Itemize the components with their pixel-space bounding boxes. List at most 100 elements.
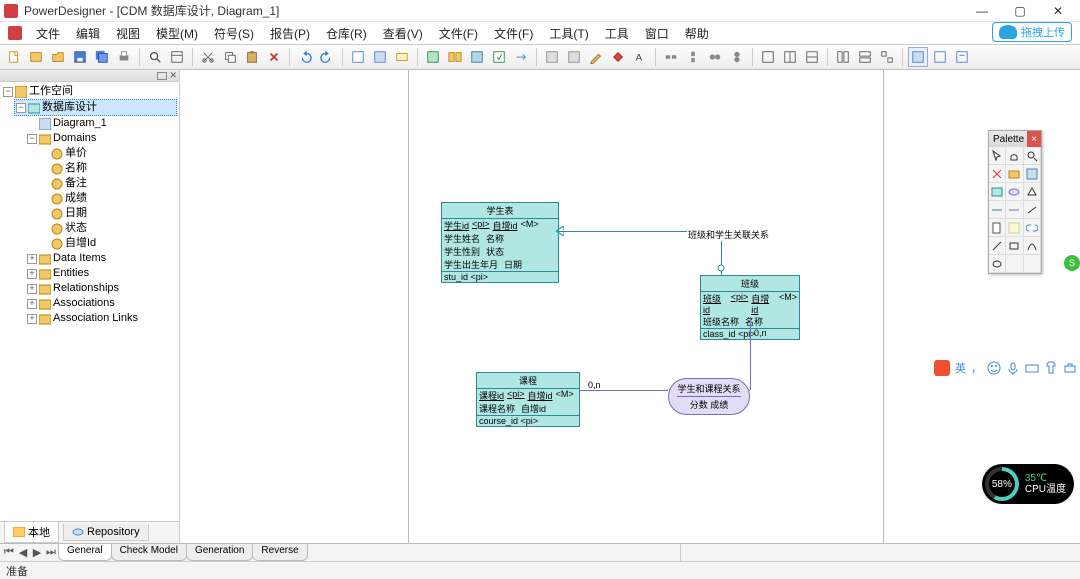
find-button[interactable] <box>145 47 165 67</box>
generate-button[interactable] <box>489 47 509 67</box>
tree-domain-item[interactable]: 状态 <box>50 221 177 236</box>
output-scrollbar[interactable] <box>680 544 1080 561</box>
layout6-button[interactable] <box>877 47 897 67</box>
copy-button[interactable] <box>220 47 240 67</box>
palette-note[interactable] <box>1006 219 1023 237</box>
output-button[interactable] <box>370 47 390 67</box>
menu-window[interactable]: 窗口 <box>639 23 675 44</box>
entity-course[interactable]: 课程 课程id<pi>自增id<M> 课程名称自增id course_id <p… <box>476 372 580 427</box>
side-help-bubble[interactable]: S <box>1064 255 1080 271</box>
panel-float-icon[interactable] <box>157 72 167 80</box>
output-tab-reverse[interactable]: Reverse <box>252 544 307 561</box>
layout5-button[interactable] <box>855 47 875 67</box>
entity-student[interactable]: 学生表 学生id<pi>自增id<M> 学生姓名名称 学生性别状态 学生出生年月… <box>441 202 559 283</box>
scroll-first-icon[interactable]: ⏮ <box>2 546 16 560</box>
assoc-line[interactable] <box>580 390 668 391</box>
scroll-next-icon[interactable]: ▶ <box>30 546 44 560</box>
palette-inheritance[interactable] <box>1024 183 1041 201</box>
cut-button[interactable] <box>198 47 218 67</box>
tree-workspace[interactable]: − 工作空间 <box>2 84 177 99</box>
palette-pointer[interactable] <box>989 147 1006 165</box>
tree-folder[interactable]: +Associations <box>26 296 177 311</box>
menu-view2[interactable]: 查看(V) <box>377 23 429 44</box>
menu-help[interactable]: 帮助 <box>679 23 715 44</box>
palette-diagram[interactable] <box>1024 165 1041 183</box>
palette-entity[interactable] <box>989 183 1006 201</box>
sogou-logo-icon[interactable] <box>934 360 950 376</box>
tree-model[interactable]: − 数据库设计 <box>14 99 177 116</box>
scroll-prev-icon[interactable]: ◀ <box>16 546 30 560</box>
assoc-line[interactable] <box>750 317 751 390</box>
tree-folder[interactable]: +Entities <box>26 266 177 281</box>
tree-folder[interactable]: +Data Items <box>26 251 177 266</box>
diagram-canvas[interactable]: 学生表 学生id<pi>自增id<M> 学生姓名名称 学生性别状态 学生出生年月… <box>180 70 1080 543</box>
palette-inherit-link[interactable] <box>1024 201 1041 219</box>
check-model-button[interactable] <box>423 47 443 67</box>
align3-button[interactable] <box>705 47 725 67</box>
extend-button[interactable] <box>542 47 562 67</box>
layout2-button[interactable] <box>780 47 800 67</box>
open-button[interactable] <box>48 47 68 67</box>
palette-association[interactable] <box>1006 183 1023 201</box>
tree-domain-item[interactable]: 名称 <box>50 161 177 176</box>
browser-button[interactable] <box>348 47 368 67</box>
tree-domains[interactable]: − Domains <box>26 131 177 146</box>
menu-file[interactable]: 文件 <box>30 23 66 44</box>
reverse-button[interactable] <box>511 47 531 67</box>
cpu-widget[interactable]: 58% 35℃ CPU温度 <box>982 464 1074 504</box>
toolbox-icon[interactable] <box>1063 361 1077 375</box>
output-tab-general[interactable]: General <box>58 544 112 561</box>
save-all-button[interactable] <box>92 47 112 67</box>
tree-folder[interactable]: +Relationships <box>26 281 177 296</box>
smiley-icon[interactable] <box>987 361 1001 375</box>
tree-domain-item[interactable]: 自增Id <box>50 236 177 251</box>
ime-lang[interactable]: 英 <box>955 360 966 376</box>
extend2-button[interactable] <box>564 47 584 67</box>
result-button[interactable] <box>392 47 412 67</box>
palette-ellipse[interactable] <box>989 255 1006 273</box>
new-model-button[interactable] <box>26 47 46 67</box>
menu-file2[interactable]: 文件(F) <box>433 23 484 44</box>
properties-button[interactable] <box>167 47 187 67</box>
menu-repository[interactable]: 仓库(R) <box>320 23 373 44</box>
tree-domain-item[interactable]: 备注 <box>50 176 177 191</box>
menu-view[interactable]: 视图 <box>110 23 146 44</box>
menu-edit[interactable]: 编辑 <box>70 23 106 44</box>
minimize-button[interactable]: — <box>964 2 1000 20</box>
menu-tools2[interactable]: 工具 <box>599 23 635 44</box>
palette-rect[interactable] <box>1006 237 1023 255</box>
new-button[interactable] <box>4 47 24 67</box>
palette-zoom[interactable] <box>1024 147 1041 165</box>
shirt-icon[interactable] <box>1044 361 1058 375</box>
ime-punct[interactable]: ， <box>971 360 982 376</box>
browser-tab-repository[interactable]: Repository <box>63 524 149 541</box>
merge-button[interactable] <box>467 47 487 67</box>
tree-domain-item[interactable]: 日期 <box>50 206 177 221</box>
layout4-button[interactable] <box>833 47 853 67</box>
align2-button[interactable] <box>683 47 703 67</box>
palette-package[interactable] <box>1006 165 1023 183</box>
compare-button[interactable] <box>445 47 465 67</box>
restore-button[interactable]: ▢ <box>1002 2 1038 20</box>
tree-folder[interactable]: +Association Links <box>26 311 177 326</box>
menu-tools[interactable]: 工具(T) <box>543 23 594 44</box>
delete-button[interactable] <box>264 47 284 67</box>
ime-toolbar[interactable]: 英 ， <box>931 358 1080 378</box>
menu-model[interactable]: 模型(M) <box>150 23 204 44</box>
close-window-button[interactable]: ✕ <box>1040 2 1076 20</box>
palette-relationship[interactable] <box>989 201 1006 219</box>
fill-button[interactable] <box>608 47 628 67</box>
paste-button[interactable] <box>242 47 262 67</box>
tree-diagram[interactable]: Diagram_1 <box>38 116 177 131</box>
menu-file3[interactable]: 文件(F) <box>488 23 539 44</box>
cloud-upload-button[interactable]: 拖拽上传 <box>992 22 1072 42</box>
display1-button[interactable] <box>908 47 928 67</box>
browser-tab-local[interactable]: 本地 <box>4 522 59 543</box>
palette-assoc-link[interactable] <box>1006 201 1023 219</box>
display2-button[interactable] <box>930 47 950 67</box>
keyboard-icon[interactable] <box>1025 361 1039 375</box>
palette-window[interactable]: Palette × <box>988 130 1042 274</box>
output-tab-checkmodel[interactable]: Check Model <box>111 544 187 561</box>
palette-link[interactable] <box>1024 219 1041 237</box>
redo-button[interactable] <box>317 47 337 67</box>
